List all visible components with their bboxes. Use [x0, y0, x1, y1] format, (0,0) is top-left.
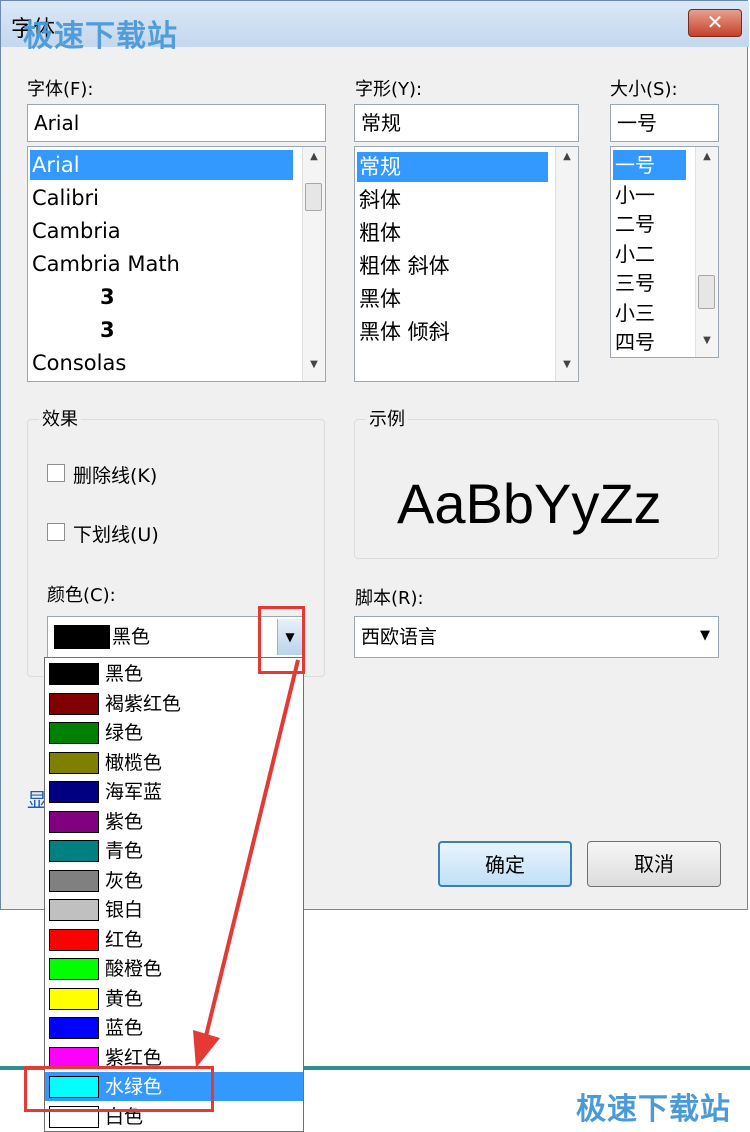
annotation-arrow: [193, 659, 300, 1068]
